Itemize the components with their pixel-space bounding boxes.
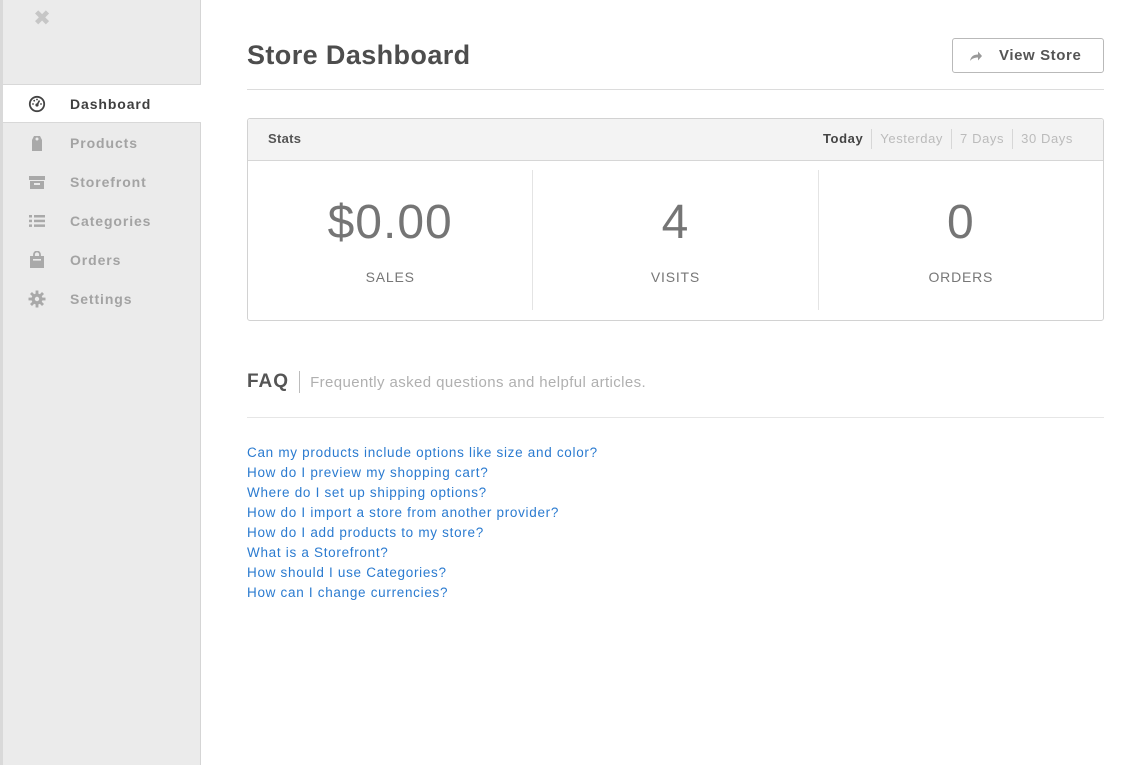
tag-icon	[27, 133, 47, 153]
faq-divider	[247, 417, 1104, 418]
stat-orders: 0 ORDERS	[817, 170, 1103, 310]
tab-yesterday[interactable]: Yesterday	[871, 129, 951, 149]
stats-title: Stats	[268, 131, 302, 146]
sidebar-item-label: Products	[70, 134, 138, 151]
stat-sales: $0.00 SALES	[248, 170, 532, 310]
tab-30-days[interactable]: 30 Days	[1012, 129, 1083, 149]
faq-link-preview-cart[interactable]: How do I preview my shopping cart?	[247, 463, 598, 483]
stats-range-tabs: Today Yesterday 7 Days 30 Days	[815, 129, 1083, 149]
faq-link-currencies[interactable]: How can I change currencies?	[247, 583, 598, 603]
sidebar-item-orders[interactable]: Orders	[3, 240, 201, 279]
stats-panel: Stats Today Yesterday 7 Days 30 Days $0.…	[247, 118, 1104, 321]
sidebar-item-storefront[interactable]: Storefront	[3, 162, 201, 201]
view-store-button[interactable]: View Store	[952, 38, 1104, 73]
sidebar-item-label: Settings	[70, 290, 133, 307]
stats-metrics: $0.00 SALES 4 VISITS 0 ORDERS	[248, 170, 1103, 310]
faq-title: FAQ	[247, 371, 301, 393]
tab-today[interactable]: Today	[815, 129, 871, 149]
close-icon[interactable]: ✖	[32, 8, 52, 30]
header-divider	[247, 89, 1104, 90]
sidebar-nav: Dashboard Products Storefront Categories…	[3, 84, 201, 318]
sidebar-item-label: Orders	[70, 251, 122, 268]
stat-value: 4	[661, 196, 690, 249]
stats-header: Stats Today Yesterday 7 Days 30 Days	[248, 119, 1103, 161]
stat-label: VISITS	[650, 269, 701, 285]
stat-label: ORDERS	[928, 269, 994, 285]
faq-link-options[interactable]: Can my products include options like siz…	[247, 443, 598, 463]
stat-visits: 4 VISITS	[532, 170, 817, 310]
gear-icon	[27, 289, 47, 309]
sidebar-item-label: Categories	[70, 212, 152, 229]
faq-link-storefront[interactable]: What is a Storefront?	[247, 543, 598, 563]
faq-subtitle: Frequently asked questions and helpful a…	[310, 373, 647, 391]
faq-link-add-products[interactable]: How do I add products to my store?	[247, 523, 598, 543]
stat-label: SALES	[365, 269, 415, 285]
stat-value: $0.00	[327, 196, 453, 249]
sidebar-item-categories[interactable]: Categories	[3, 201, 201, 240]
faq-link-shipping[interactable]: Where do I set up shipping options?	[247, 483, 598, 503]
view-store-label: View Store	[999, 47, 1082, 64]
faq-list: Can my products include options like siz…	[247, 443, 598, 603]
stat-value: 0	[946, 196, 975, 249]
dashboard-gauge-icon	[27, 94, 47, 114]
list-icon	[27, 211, 47, 231]
sidebar-item-products[interactable]: Products	[3, 123, 201, 162]
share-arrow-icon	[969, 49, 985, 63]
tab-7-days[interactable]: 7 Days	[951, 129, 1012, 149]
sidebar-item-dashboard[interactable]: Dashboard	[3, 84, 201, 123]
shopping-bag-icon	[27, 250, 47, 270]
storefront-icon	[27, 172, 47, 192]
sidebar-item-label: Storefront	[70, 173, 147, 190]
sidebar-item-label: Dashboard	[70, 95, 152, 112]
faq-header: FAQ Frequently asked questions and helpf…	[247, 371, 646, 393]
sidebar: ✖ Dashboard Products Storefront Categori…	[0, 0, 201, 765]
page-title: Store Dashboard	[247, 40, 471, 70]
faq-link-import-store[interactable]: How do I import a store from another pro…	[247, 503, 598, 523]
faq-link-categories[interactable]: How should I use Categories?	[247, 563, 598, 583]
sidebar-item-settings[interactable]: Settings	[3, 279, 201, 318]
